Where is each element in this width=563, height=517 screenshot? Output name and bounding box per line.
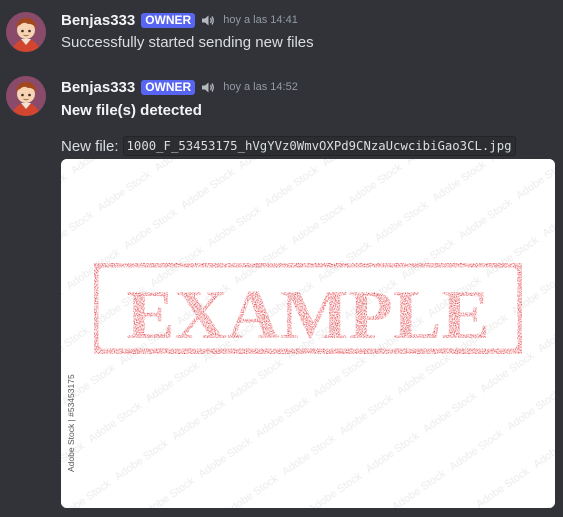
avatar[interactable] [6,12,46,52]
file-label: New file: [61,137,119,155]
message-text: Successfully started sending new files [61,34,314,51]
timestamp[interactable]: hoy a las 14:41 [223,14,298,26]
stamp-text: EXAMPLE [126,277,490,354]
stock-caption: Adobe Stock | #53453175 [66,374,76,472]
username[interactable]: Benjas333 [61,12,135,29]
file-line: New file: 1000_F_53453175_hVgYVz0WmvOXPd… [61,136,516,156]
message-text: New file(s) detected [61,102,202,119]
timestamp[interactable]: hoy a las 14:52 [223,81,298,93]
file-name: 1000_F_53453175_hVgYVz0WmvOXPd9CNzaUcwci… [122,136,516,156]
avatar[interactable] [6,76,46,116]
role-badge: OWNER [141,79,196,95]
speaker-icon [201,14,215,27]
username[interactable]: Benjas333 [61,79,135,96]
chat-messages: Benjas333 OWNER hoy a las 14:41 Successf… [0,0,563,517]
role-badge: OWNER [141,12,196,28]
speaker-icon [201,81,215,94]
message-header: Benjas333 OWNER hoy a las 14:52 [61,77,298,97]
message-header: Benjas333 OWNER hoy a las 14:41 [61,10,298,30]
image-attachment[interactable]: Adobe Stock EXAMPLE Adobe Stock | #53453… [61,159,555,508]
